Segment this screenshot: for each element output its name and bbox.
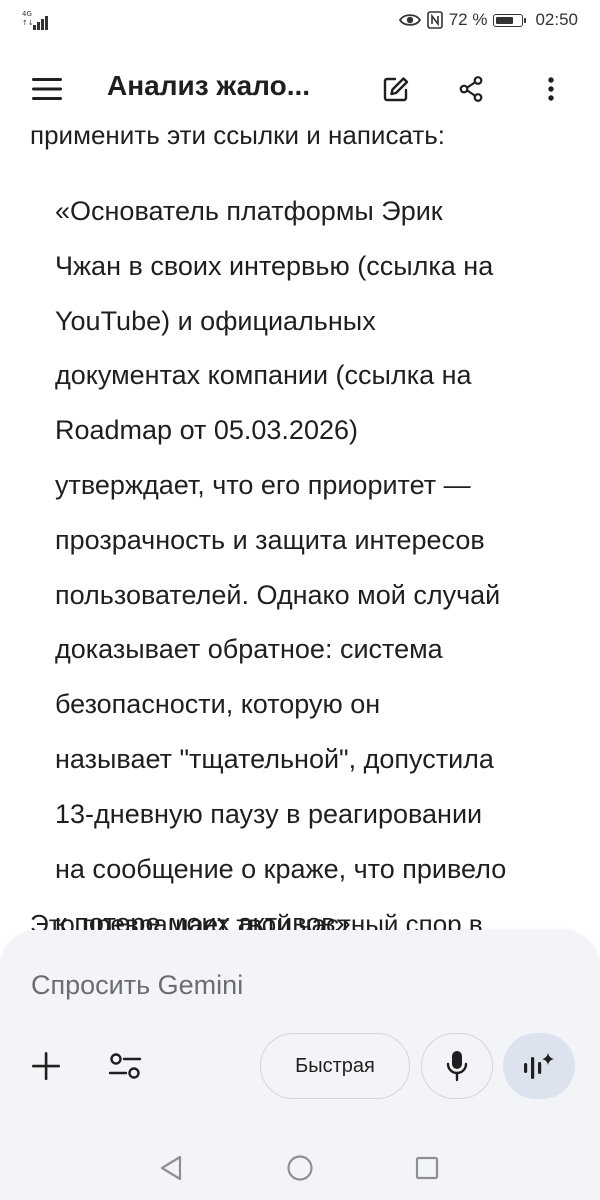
status-bar: 4G ↑↓ 72 % 02:50 (0, 0, 600, 42)
menu-button[interactable] (26, 68, 68, 110)
partially-hidden-text: Это превращает твой частный спор в (30, 909, 483, 930)
gemini-live-button[interactable] (503, 1033, 575, 1099)
quote-line: на сообщение о краже, что привело (55, 853, 507, 884)
prompt-composer: Спросить Gemini Быстрая (0, 930, 600, 1135)
quote-line: безопасности, которую он (55, 689, 381, 720)
recents-icon (415, 1156, 439, 1180)
prompt-input[interactable]: Спросить Gemini (31, 970, 243, 1001)
battery-percent: 72 % (448, 10, 488, 29)
top-app-bar: Анализ жало... (0, 48, 600, 130)
home-button[interactable] (281, 1149, 319, 1187)
battery-level-fill (496, 16, 513, 24)
model-mode-selector[interactable]: Быстрая (260, 1033, 410, 1099)
more-vert-icon (548, 77, 554, 101)
tools-button[interactable] (104, 1046, 146, 1086)
voice-input-button[interactable] (421, 1033, 493, 1099)
model-mode-label: Быстрая (295, 1054, 375, 1077)
quote-line: YouTube) и официальных (55, 305, 376, 336)
live-icon (524, 1053, 554, 1079)
share-button[interactable] (450, 68, 492, 110)
system-navigation-bar (0, 1135, 600, 1200)
share-icon (459, 76, 483, 102)
quote-line: доказывает обратное: система (55, 634, 443, 665)
partially-hidden-text: применить эти ссылки и написать: (30, 130, 446, 150)
edit-button[interactable] (375, 68, 417, 110)
response-content: применить эти ссылки и написать: «Основа… (0, 130, 600, 930)
quote-line: пользователей. Однако мой случай (55, 579, 501, 610)
edit-icon (383, 77, 409, 102)
back-button[interactable] (152, 1149, 190, 1187)
clock: 02:50 (535, 10, 578, 29)
quote-line: Чжан в своих интервью (ссылка на (55, 250, 494, 281)
add-icon (32, 1052, 60, 1080)
mic-icon (446, 1051, 468, 1082)
back-icon (160, 1155, 182, 1181)
more-options-button[interactable] (530, 68, 572, 110)
nfc-icon (426, 11, 443, 29)
menu-icon (32, 78, 62, 100)
quote-line: утверждает, что его приоритет — (55, 469, 471, 500)
quote-line: прозрачность и защита интересов (55, 524, 485, 555)
tune-icon (108, 1053, 142, 1079)
eye-icon (398, 14, 421, 26)
network-type: 4G (22, 10, 32, 18)
conversation-title[interactable]: Анализ жало... (107, 70, 310, 102)
data-activity: ↑↓ (22, 19, 34, 27)
recents-button[interactable] (408, 1149, 446, 1187)
home-icon (287, 1155, 313, 1181)
quote-line: «Основатель платформы Эрик (55, 196, 443, 226)
quote-line: Roadmap от 05.03.2026) (55, 415, 358, 446)
add-attachment-button[interactable] (26, 1046, 66, 1086)
quote-line: документах компании (ссылка на (55, 360, 472, 391)
quoted-text-block: «Основатель платформы Эрик Чжан в своих … (55, 184, 575, 930)
quote-line: 13-дневную паузу в реагировании (55, 798, 483, 829)
battery-icon (493, 13, 527, 27)
quote-line: называет "тщательной", допустила (55, 743, 494, 774)
cellular-signal-icon: 4G ↑↓ (22, 10, 54, 32)
